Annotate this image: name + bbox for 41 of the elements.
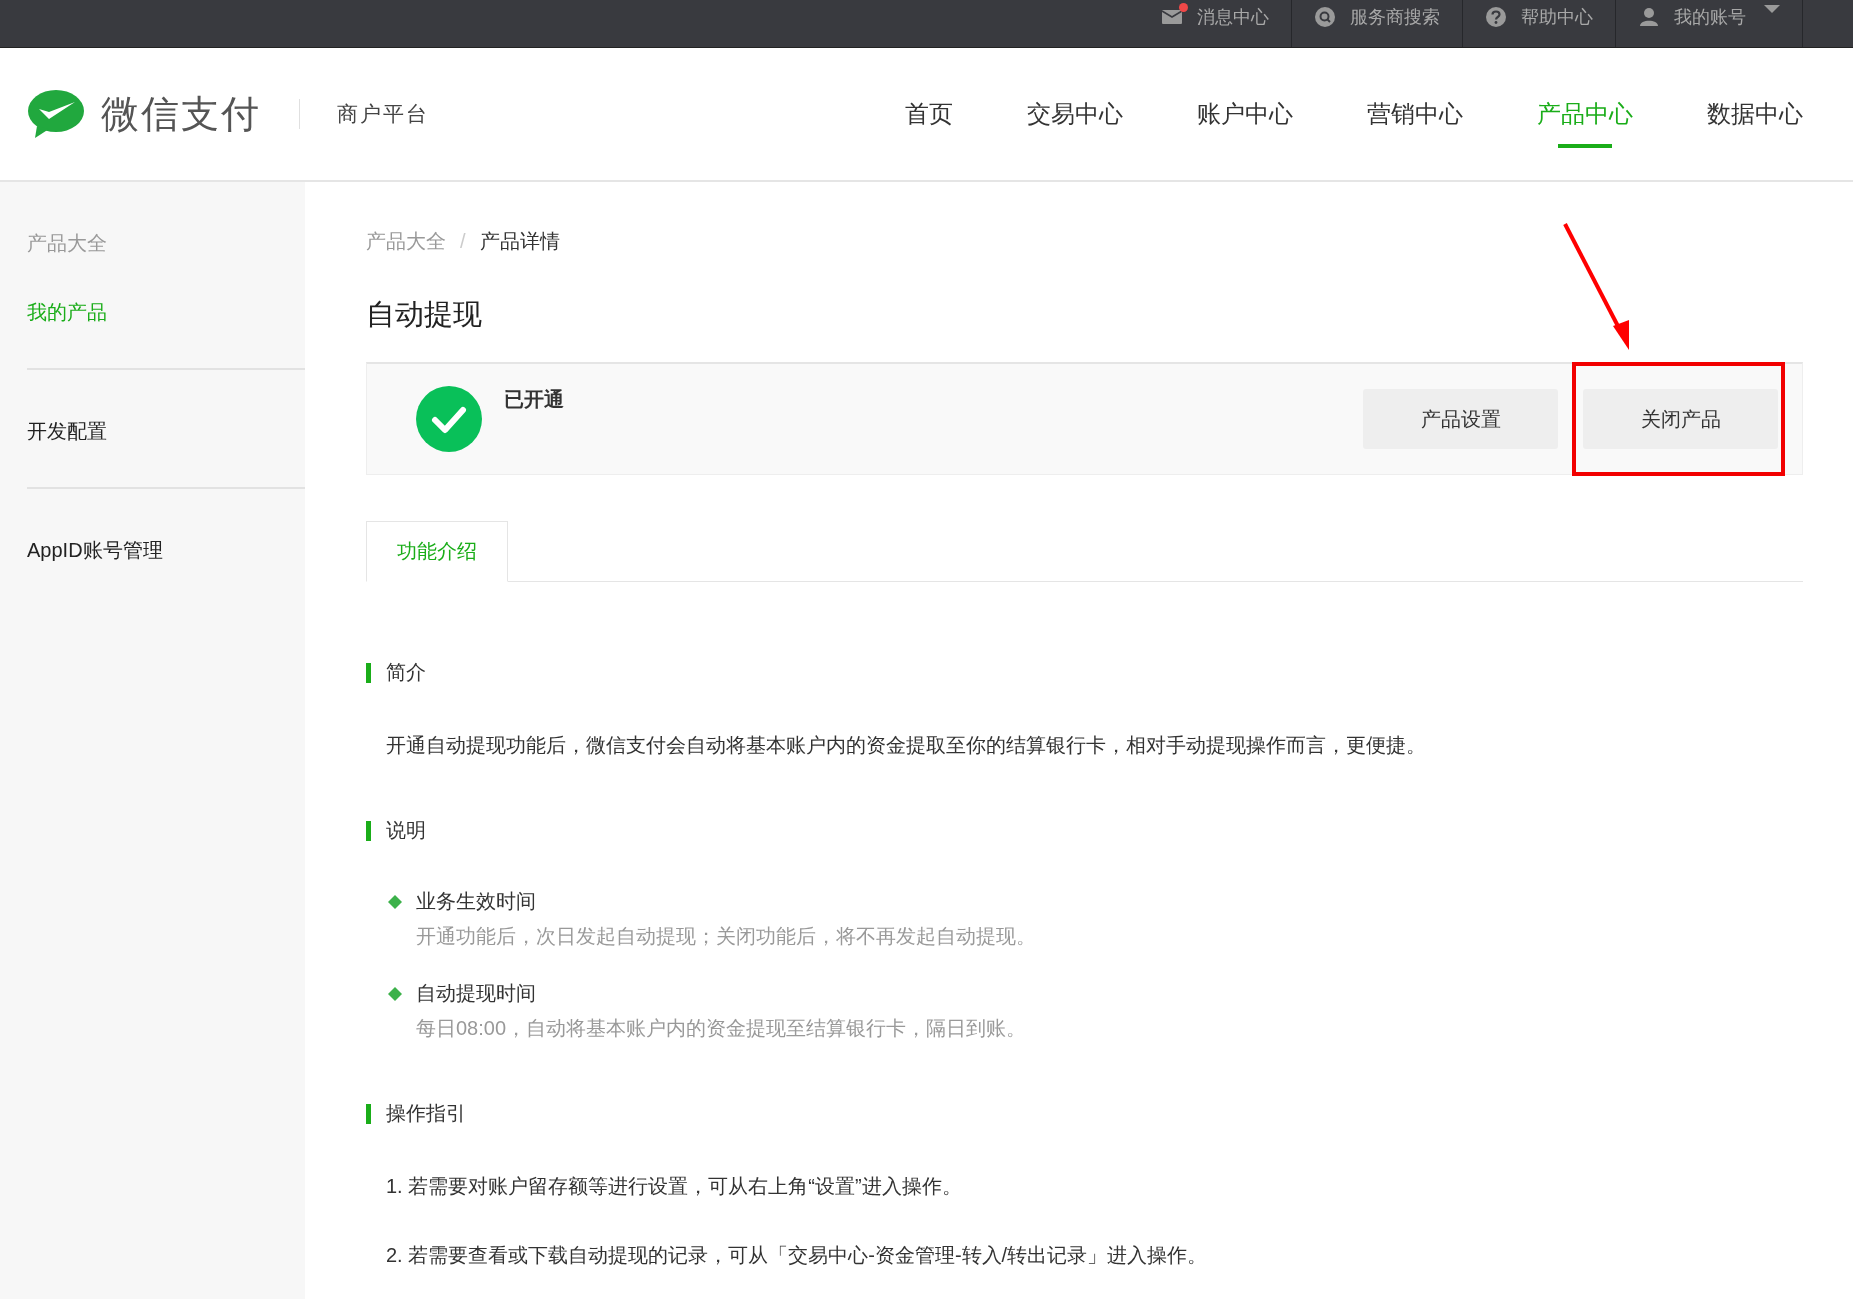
paragraph: 开通自动提现功能后，微信支付会自动将基本账户内的资金提取至你的结算银行卡，相对手动提现操作而言，更便捷。 <box>386 733 1427 758</box>
top-bar-label: 我的账号 <box>1674 6 1746 29</box>
nav-tab[interactable]: 账户中心 <box>1197 80 1293 148</box>
top-bar-link[interactable]: 消息中心 <box>1139 0 1292 47</box>
diamond-icon <box>388 894 402 909</box>
status-text: 已开通 <box>504 387 564 412</box>
wechat-pay-logo-icon <box>27 88 87 140</box>
step-text: 2. 若需要查看或下载自动提现的记录，可从「交易中心-资金管理-转入/转出记录」进入操作。 <box>386 1243 1209 1268</box>
bullet-text: 每日08:00，自动将基本账户内的资金提现至结算银行卡，隔日到账。 <box>416 1016 1028 1041</box>
search-icon <box>1314 5 1338 27</box>
diamond-icon <box>388 986 402 1001</box>
top-bar-label: 消息中心 <box>1197 6 1269 29</box>
nav-tab[interactable]: 数据中心 <box>1707 80 1803 148</box>
nav-tab[interactable]: 交易中心 <box>1027 80 1123 148</box>
nav-tab[interactable]: 营销中心 <box>1367 80 1463 148</box>
logo-text: 微信支付 <box>101 91 261 137</box>
section-heading: 简介 <box>386 660 426 685</box>
bullet-title: 自动提现时间 <box>416 981 536 1006</box>
top-bar-link[interactable]: 我的账号 <box>1616 0 1803 47</box>
section-heading: 操作指引 <box>386 1101 466 1126</box>
top-bar-label: 帮助中心 <box>1521 6 1593 29</box>
step-text: 1. 若需要对账户留存额等进行设置，可从右上角“设置”进入操作。 <box>386 1174 963 1199</box>
help-icon <box>1485 5 1509 27</box>
heading-bar <box>366 662 371 683</box>
heading-bar <box>366 820 371 841</box>
heading-bar <box>366 1103 371 1124</box>
bullet-text: 开通功能后，次日发起自动提现；关闭功能后，将不再发起自动提现。 <box>416 924 1037 949</box>
bullet-title: 业务生效时间 <box>416 889 536 914</box>
product-button[interactable]: 关闭产品 <box>1583 389 1778 449</box>
section-heading: 说明 <box>386 818 426 843</box>
sidebar-item[interactable]: 开发配置 <box>27 418 305 445</box>
platform-name: 商户平台 <box>299 99 429 129</box>
top-bar-link[interactable]: 帮助中心 <box>1463 0 1616 47</box>
top-bar-label: 服务商搜索 <box>1350 6 1440 29</box>
top-bar-link[interactable]: 服务商搜索 <box>1292 0 1463 47</box>
sidebar-item[interactable]: AppID账号管理 <box>27 537 305 564</box>
breadcrumb-separator: / <box>460 229 466 254</box>
page-title: 自动提现 <box>366 297 483 332</box>
breadcrumb-current: 产品详情 <box>479 229 560 254</box>
product-button[interactable]: 产品设置 <box>1363 389 1558 449</box>
nav-tab[interactable]: 首页 <box>905 80 953 148</box>
